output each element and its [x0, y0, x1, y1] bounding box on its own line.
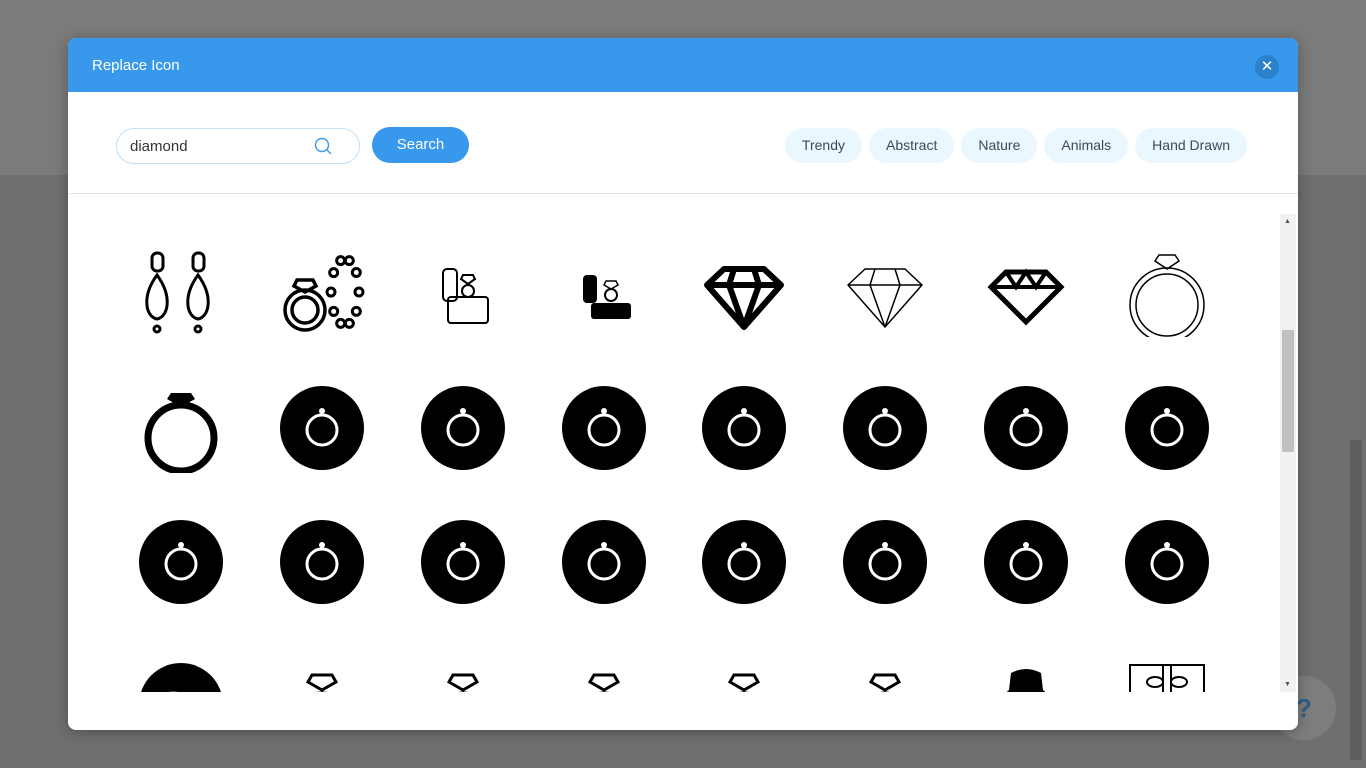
scroll-down-arrow[interactable]: ▼	[1284, 681, 1291, 688]
wedding-rings-icon[interactable]	[418, 645, 508, 692]
ring-and-pearl-necklace-icon-glyph	[283, 255, 365, 332]
pearl-necklace-circle-icon[interactable]	[840, 383, 930, 473]
pearl-necklace-circle-icon-glyph	[843, 386, 927, 470]
grid-scrollbar[interactable]: ▲ ▼	[1280, 214, 1296, 692]
collar-necklace-circle-icon[interactable]	[1122, 517, 1212, 607]
replace-icon-dialog: Replace Icon ✕ Search Trendy Abstract Na…	[68, 38, 1298, 730]
crown-circle-icon[interactable]	[418, 517, 508, 607]
diamond-ring-bold-icon-glyph	[144, 393, 218, 475]
necklace-bust-icon[interactable]	[981, 645, 1071, 692]
ring-icon[interactable]	[559, 645, 649, 692]
bust-necklace-circle-icon-glyph	[702, 520, 786, 604]
diamond-ring-outline-icon[interactable]	[1122, 247, 1212, 343]
diamond-ring-icon[interactable]	[277, 645, 367, 692]
ring-box-outline-icon-glyph	[442, 268, 489, 324]
scrollbar-thumb[interactable]	[1282, 330, 1294, 452]
scroll-up-arrow[interactable]: ▲	[1284, 218, 1291, 225]
chip-nature[interactable]: Nature	[961, 128, 1038, 163]
chip-animals[interactable]: Animals	[1044, 128, 1129, 163]
gift-box-icon[interactable]	[1122, 645, 1212, 692]
diamond-ring-bold-icon[interactable]	[136, 383, 226, 475]
watch-circle-icon-glyph	[562, 520, 646, 604]
necklace-circle-icon-glyph	[280, 520, 364, 604]
diamond-bold-icon[interactable]	[699, 247, 789, 337]
ring-circle-icon-glyph	[280, 386, 364, 470]
close-icon[interactable]: ✕	[1255, 55, 1279, 79]
search-field[interactable]	[116, 128, 360, 164]
heart-necklace-circle-icon[interactable]	[418, 383, 508, 473]
wedding-rings-icon-glyph	[446, 673, 480, 692]
jewel-circle-icon[interactable]	[136, 645, 226, 692]
earrings-circle-icon-glyph	[1125, 386, 1209, 470]
diamond-thin-icon[interactable]	[840, 247, 930, 337]
tiara-circle-icon[interactable]	[981, 383, 1071, 473]
dialog-header: Replace Icon ✕	[68, 38, 1298, 92]
icon-grid	[68, 214, 1280, 692]
search-input[interactable]	[130, 138, 310, 155]
page-scrollbar[interactable]	[1350, 440, 1362, 760]
necklace-bust-icon-glyph	[1006, 669, 1046, 692]
bust-necklace-circle-icon[interactable]	[699, 517, 789, 607]
gem-necklace-circle-icon[interactable]	[559, 383, 649, 473]
chip-trendy[interactable]: Trendy	[784, 128, 862, 163]
necklace-circle-icon[interactable]	[277, 517, 367, 607]
gem-necklace-circle-icon-glyph	[562, 386, 646, 470]
sparkling-rings-icon[interactable]	[840, 645, 930, 692]
diamond-ring-icon-glyph	[305, 673, 339, 692]
category-chips: Trendy Abstract Nature Animals Hand Draw…	[784, 128, 1247, 163]
search-icon[interactable]	[314, 137, 334, 157]
ring-box-filled-icon-glyph	[583, 275, 631, 319]
help-label: ?	[1296, 693, 1312, 723]
bracelet-circle-icon[interactable]	[136, 517, 226, 607]
ring-box-outline-icon[interactable]	[418, 247, 508, 337]
drop-earrings-icon[interactable]	[136, 247, 226, 337]
ring-circle-bold-icon[interactable]	[699, 383, 789, 473]
diamond-ring-outline-icon-glyph	[1129, 254, 1205, 343]
ring-icon-glyph	[587, 673, 621, 692]
double-diamond-rings-icon-glyph	[727, 673, 761, 692]
search-toolbar: Search Trendy Abstract Nature Animals Ha…	[68, 92, 1298, 194]
ring-box-filled-icon[interactable]	[559, 247, 649, 337]
chip-abstract[interactable]: Abstract	[868, 128, 955, 163]
bracelet-circle-icon-glyph	[139, 520, 223, 604]
chip-hand-drawn[interactable]: Hand Drawn	[1135, 128, 1247, 163]
gift-box-icon-glyph	[1129, 664, 1205, 692]
drop-earrings-icon-glyph	[145, 251, 210, 334]
search-button[interactable]: Search	[372, 127, 469, 163]
tiara-circle-icon-glyph	[984, 386, 1068, 470]
ring-box-circle-icon[interactable]	[840, 517, 930, 607]
collar-necklace-circle-icon-glyph	[1125, 520, 1209, 604]
diamond-icon[interactable]	[981, 247, 1071, 337]
diamond-thin-icon-glyph	[847, 268, 923, 328]
heart-necklace-circle-icon-glyph	[421, 386, 505, 470]
diamond-bold-icon-glyph	[704, 266, 784, 330]
gem-bracelet-circle-icon[interactable]	[981, 517, 1071, 607]
ring-and-pearl-necklace-icon[interactable]	[277, 247, 367, 337]
ring-box-circle-icon-glyph	[843, 520, 927, 604]
ring-circle-bold-icon-glyph	[702, 386, 786, 470]
diamond-icon-glyph	[987, 268, 1065, 326]
earrings-circle-icon[interactable]	[1122, 383, 1212, 473]
gem-bracelet-circle-icon-glyph	[984, 520, 1068, 604]
sparkling-rings-icon-glyph	[868, 673, 902, 692]
dialog-title: Replace Icon	[92, 57, 180, 74]
crown-circle-icon-glyph	[421, 520, 505, 604]
ring-circle-icon[interactable]	[277, 383, 367, 473]
jewel-circle-icon-glyph	[141, 663, 221, 692]
double-diamond-rings-icon[interactable]	[699, 645, 789, 692]
watch-circle-icon[interactable]	[559, 517, 649, 607]
